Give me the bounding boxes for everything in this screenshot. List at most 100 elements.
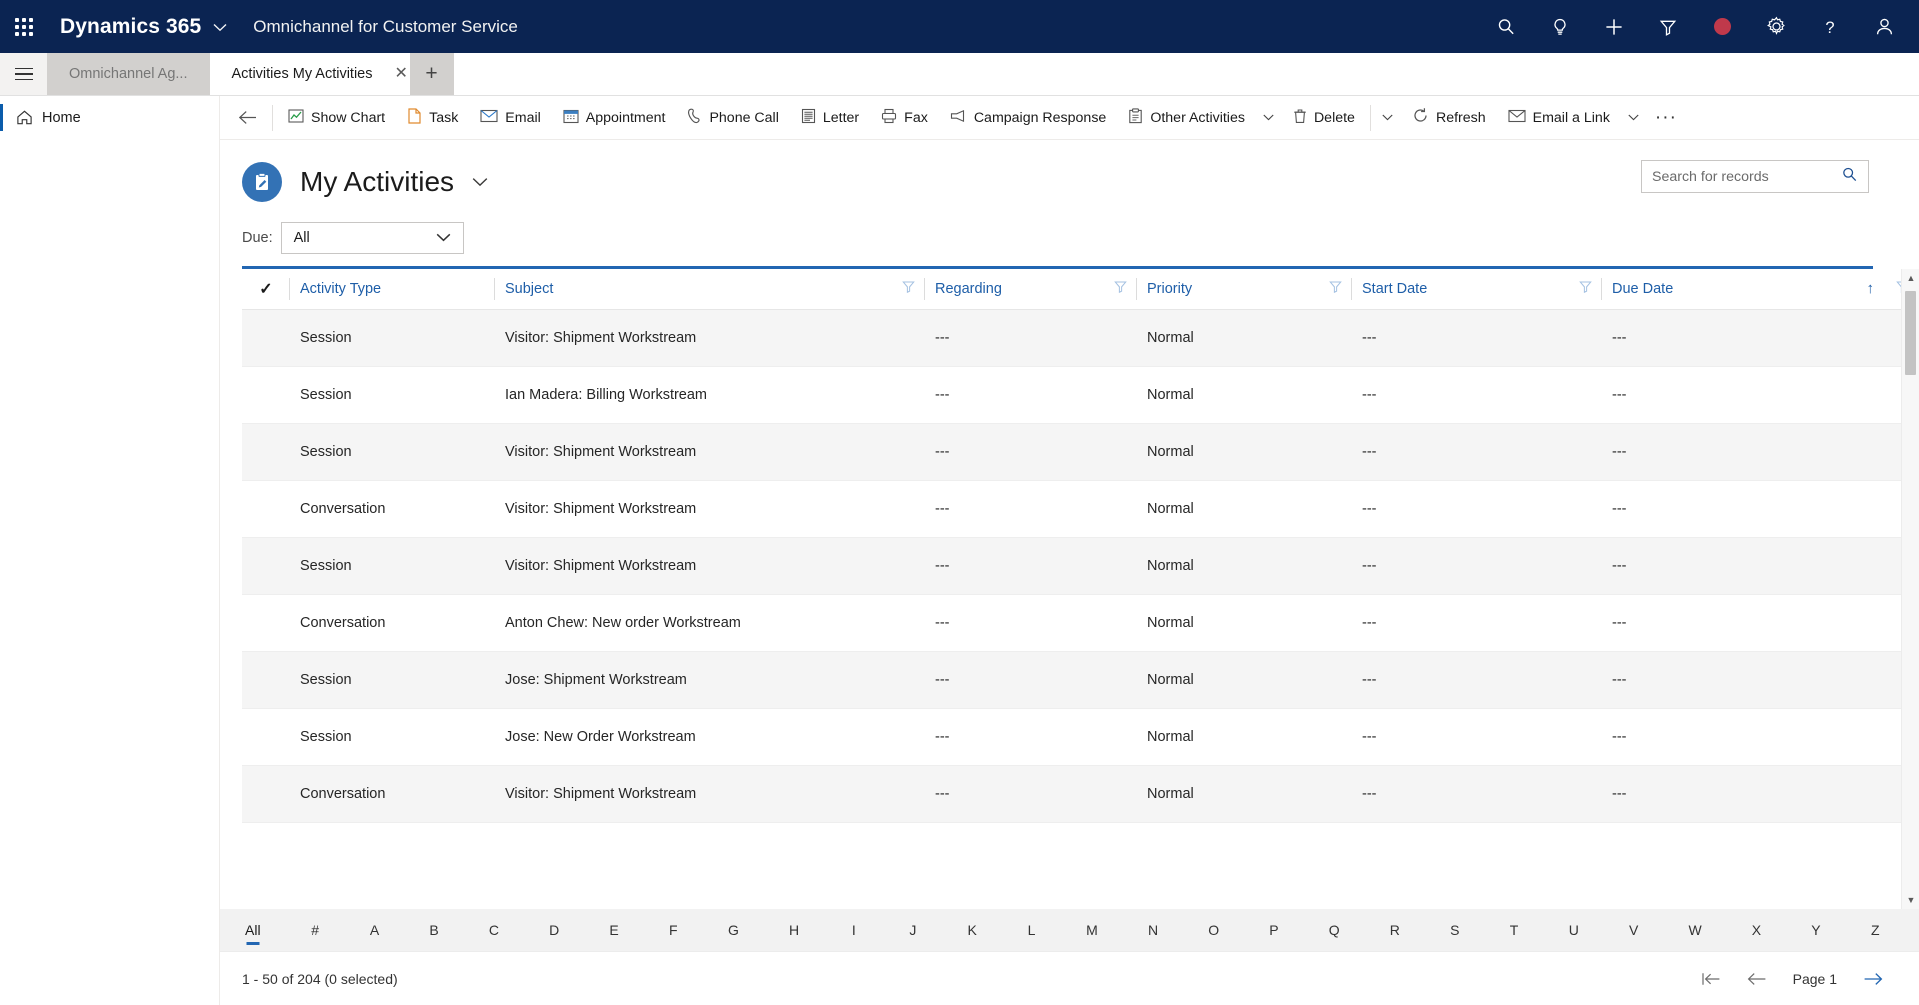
sort-ascending-icon[interactable]: ↑ [1867, 280, 1875, 297]
table-row[interactable]: Session Jose: New Order Workstream --- N… [242, 708, 1919, 766]
alpha-filter-t[interactable]: T [1507, 920, 1522, 940]
alpha-filter-m[interactable]: M [1083, 920, 1101, 940]
select-all-column-header[interactable]: ✓ [242, 269, 290, 310]
row-select-cell[interactable] [242, 423, 290, 481]
email-button[interactable]: Email [469, 96, 551, 139]
new-tab-button[interactable]: + [409, 53, 454, 95]
alpha-filter-all[interactable]: All [242, 920, 264, 940]
cell-subject[interactable]: Visitor: Shipment Workstream [495, 765, 925, 823]
close-icon[interactable]: ✕ [395, 66, 408, 82]
column-header-due-date[interactable]: Due Date ↑ [1602, 269, 1919, 310]
previous-page-icon[interactable] [1747, 972, 1767, 986]
cell-subject[interactable]: Ian Madera: Billing Workstream [495, 366, 925, 424]
sitemap-toggle-button[interactable] [0, 53, 47, 95]
first-page-icon[interactable] [1701, 972, 1721, 986]
delete-chevron-down-icon[interactable] [1375, 96, 1401, 139]
alpha-filter-q[interactable]: Q [1326, 920, 1343, 940]
column-header-activity-type[interactable]: Activity Type [290, 269, 495, 310]
due-filter-select[interactable]: All [280, 222, 464, 254]
tab-activities-my-activities[interactable]: Activities My Activities ✕ [209, 53, 410, 95]
cell-subject[interactable]: Jose: New Order Workstream [495, 708, 925, 766]
alpha-filter-n[interactable]: N [1145, 920, 1161, 940]
phone-call-button[interactable]: Phone Call [676, 96, 789, 139]
filter-icon[interactable] [1579, 280, 1592, 297]
alpha-filter-r[interactable]: R [1387, 920, 1403, 940]
alpha-filter-j[interactable]: J [905, 920, 920, 940]
cell-subject[interactable]: Anton Chew: New order Workstream [495, 594, 925, 652]
alpha-filter-a[interactable]: A [367, 920, 382, 940]
alpha-filter-hash[interactable]: # [308, 920, 323, 940]
gear-icon[interactable] [1749, 0, 1803, 53]
search-icon[interactable] [1841, 166, 1858, 188]
campaign-response-button[interactable]: Campaign Response [939, 96, 1118, 139]
row-select-cell[interactable] [242, 708, 290, 766]
email-a-link-button[interactable]: Email a Link [1497, 96, 1621, 139]
alpha-filter-u[interactable]: U [1566, 920, 1582, 940]
filter-icon[interactable] [1641, 0, 1695, 53]
alpha-filter-y[interactable]: Y [1808, 920, 1823, 940]
column-header-start-date[interactable]: Start Date [1352, 269, 1602, 310]
row-select-cell[interactable] [242, 765, 290, 823]
cell-subject[interactable]: Visitor: Shipment Workstream [495, 309, 925, 367]
scroll-down-icon[interactable]: ▼ [1902, 891, 1919, 909]
help-icon[interactable]: ? [1803, 0, 1857, 53]
plus-icon[interactable] [1587, 0, 1641, 53]
table-row[interactable]: Session Visitor: Shipment Workstream ---… [242, 537, 1919, 595]
delete-button[interactable]: Delete [1282, 96, 1366, 139]
lightbulb-icon[interactable] [1533, 0, 1587, 53]
alpha-filter-e[interactable]: E [606, 920, 621, 940]
row-select-cell[interactable] [242, 366, 290, 424]
user-avatar-icon[interactable] [1857, 0, 1911, 53]
task-button[interactable]: Task [396, 96, 469, 139]
alpha-filter-k[interactable]: K [965, 920, 980, 940]
other-activities-button[interactable]: Other Activities [1117, 96, 1256, 139]
table-row[interactable]: Conversation Visitor: Shipment Workstrea… [242, 765, 1919, 823]
alpha-filter-g[interactable]: G [725, 920, 742, 940]
alpha-filter-h[interactable]: H [786, 920, 802, 940]
alpha-filter-b[interactable]: B [426, 920, 441, 940]
alpha-filter-p[interactable]: P [1266, 920, 1281, 940]
alpha-filter-c[interactable]: C [486, 920, 502, 940]
table-row[interactable]: Conversation Anton Chew: New order Works… [242, 594, 1919, 652]
alpha-filter-o[interactable]: O [1205, 920, 1222, 940]
column-header-priority[interactable]: Priority [1137, 269, 1352, 310]
fax-button[interactable]: Fax [870, 96, 939, 139]
grid-vertical-scrollbar[interactable]: ▲ ▼ [1901, 269, 1919, 909]
search-input[interactable] [1652, 168, 1841, 185]
show-chart-button[interactable]: Show Chart [277, 96, 396, 139]
tab-omnichannel-agent-dashboard[interactable]: Omnichannel Ag... [47, 53, 210, 95]
cell-subject[interactable]: Visitor: Shipment Workstream [495, 423, 925, 481]
alpha-filter-w[interactable]: W [1685, 920, 1704, 940]
back-button[interactable] [226, 96, 268, 139]
table-row[interactable]: Session Visitor: Shipment Workstream ---… [242, 423, 1919, 481]
refresh-button[interactable]: Refresh [1401, 96, 1497, 139]
row-select-cell[interactable] [242, 651, 290, 709]
other-activities-chevron-down-icon[interactable] [1256, 96, 1282, 139]
row-select-cell[interactable] [242, 480, 290, 538]
row-select-cell[interactable] [242, 537, 290, 595]
filter-icon[interactable] [902, 280, 915, 297]
alpha-filter-s[interactable]: S [1447, 920, 1462, 940]
alpha-filter-x[interactable]: X [1749, 920, 1764, 940]
command-overflow-button[interactable]: ··· [1647, 96, 1685, 139]
scroll-up-icon[interactable]: ▲ [1902, 269, 1919, 287]
row-select-cell[interactable] [242, 594, 290, 652]
search-icon[interactable] [1479, 0, 1533, 53]
filter-icon[interactable] [1329, 280, 1342, 297]
alpha-filter-v[interactable]: V [1626, 920, 1641, 940]
filter-icon[interactable] [1114, 280, 1127, 297]
alpha-filter-i[interactable]: I [846, 920, 861, 940]
cell-subject[interactable]: Jose: Shipment Workstream [495, 651, 925, 709]
cell-subject[interactable]: Visitor: Shipment Workstream [495, 537, 925, 595]
app-launcher-button[interactable] [0, 17, 48, 36]
column-header-regarding[interactable]: Regarding [925, 269, 1137, 310]
sidebar-item-home[interactable]: Home [0, 96, 219, 139]
next-page-icon[interactable] [1863, 972, 1883, 986]
alpha-filter-f[interactable]: F [666, 920, 681, 940]
chevron-down-icon[interactable] [213, 19, 227, 35]
view-selector-chevron-down-icon[interactable] [472, 174, 488, 191]
appointment-button[interactable]: Appointment [552, 96, 677, 139]
table-row[interactable]: Session Visitor: Shipment Workstream ---… [242, 309, 1919, 367]
alpha-filter-d[interactable]: D [546, 920, 562, 940]
row-select-cell[interactable] [242, 309, 290, 367]
